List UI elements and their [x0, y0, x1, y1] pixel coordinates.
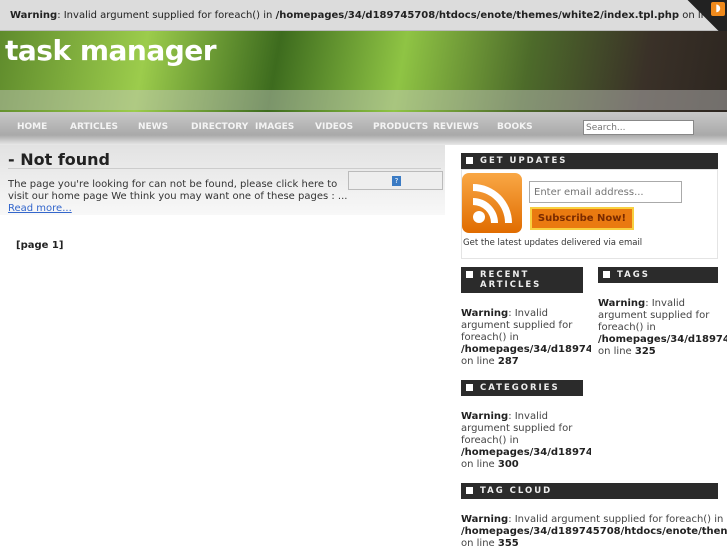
- categories-heading: CATEGORIES: [461, 380, 583, 396]
- nav-books[interactable]: BOOKS: [497, 122, 533, 132]
- subscribe-button[interactable]: Subscribe Now!: [530, 207, 634, 230]
- recent-articles-heading: RECENT ARTICLES: [461, 267, 583, 293]
- site-title[interactable]: task manager: [5, 34, 217, 67]
- email-field[interactable]: [529, 181, 682, 203]
- help-icon[interactable]: ?: [392, 176, 401, 186]
- header-banner: task manager: [0, 31, 727, 112]
- nav-reviews[interactable]: REVIEWS: [433, 122, 479, 132]
- nav-images[interactable]: IMAGES: [255, 122, 294, 132]
- nav-news[interactable]: NEWS: [138, 122, 168, 132]
- plugin-box: ?: [348, 171, 443, 190]
- get-updates-heading: GET UPDATES: [461, 153, 718, 169]
- tag-cloud-heading: TAG CLOUD: [461, 483, 718, 499]
- rss-icon[interactable]: ◗: [711, 2, 725, 16]
- recent-articles-warning: Warning: Invalid argument supplied for for…: [461, 308, 591, 367]
- nav-products[interactable]: PRODUCTS: [373, 122, 428, 132]
- not-found-text: The page you're looking for can not be f…: [8, 179, 348, 214]
- page-title: - Not found: [8, 150, 110, 169]
- categories-warning: Warning: Invalid argument supplied for for…: [461, 411, 591, 470]
- divider: [8, 168, 441, 169]
- tags-heading: TAGS: [598, 267, 718, 283]
- read-more-link[interactable]: Read more...: [8, 203, 72, 214]
- php-warning: Warning: Invalid argument supplied for f…: [0, 0, 727, 31]
- nav-articles[interactable]: ARTICLES: [70, 122, 118, 132]
- tags-warning: Warning: Invalid argument supplied for for…: [598, 298, 727, 357]
- rss-feed-icon[interactable]: [462, 173, 522, 233]
- nav-bar: HOME ARTICLES NEWS DIRECTORY IMAGES VIDE…: [0, 112, 727, 145]
- nav-videos[interactable]: VIDEOS: [315, 122, 353, 132]
- search-input[interactable]: [583, 120, 694, 135]
- updates-note: Get the latest updates delivered via ema…: [463, 238, 643, 248]
- pager: [page 1]: [16, 240, 64, 251]
- nav-directory[interactable]: DIRECTORY: [191, 122, 248, 132]
- nav-home[interactable]: HOME: [17, 122, 47, 132]
